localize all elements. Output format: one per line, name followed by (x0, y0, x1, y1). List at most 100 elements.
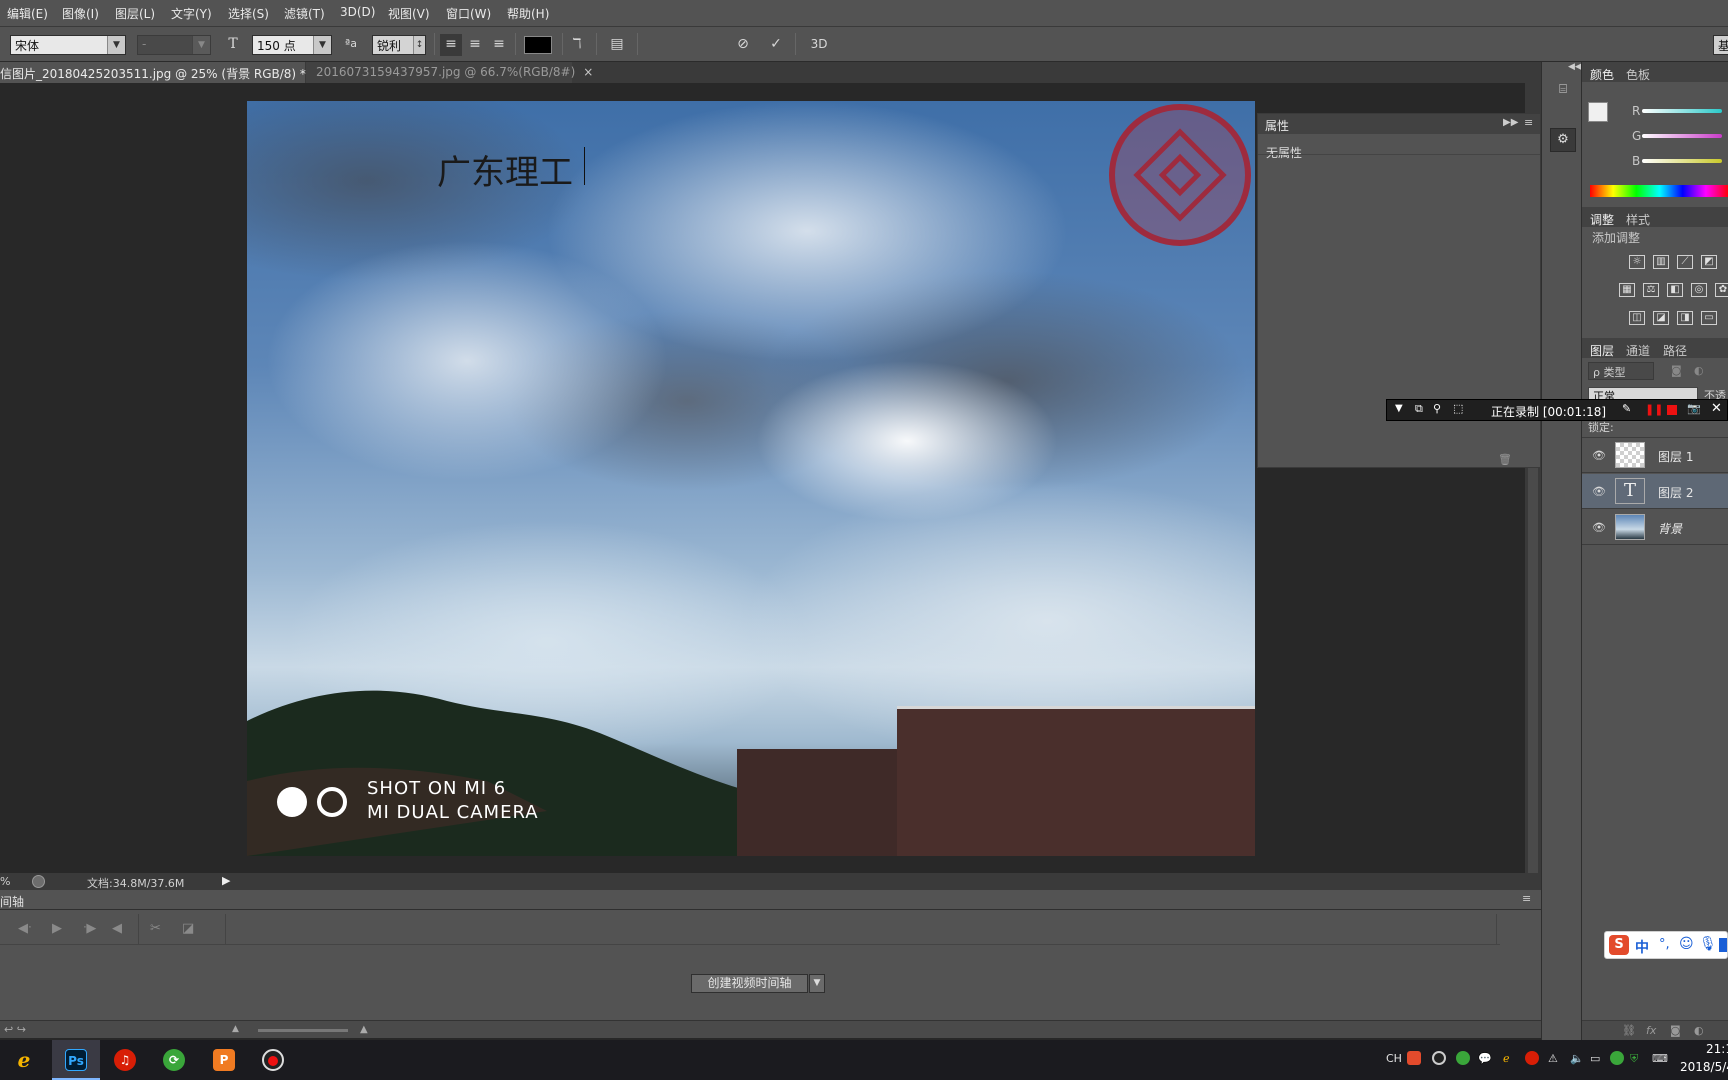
menu-help[interactable]: 帮助(H) (507, 5, 549, 22)
chevron-down-icon[interactable]: ▼ (809, 974, 825, 993)
add-mask-icon[interactable]: ◙ (1670, 1024, 1681, 1037)
close-icon[interactable]: × (583, 65, 593, 79)
channel-r-slider[interactable] (1642, 109, 1722, 113)
link-layers-icon[interactable]: ⛓ (1622, 1024, 1636, 1037)
timeline-zoom-slider[interactable] (258, 1029, 348, 1032)
menu-image[interactable]: 图像(I) (62, 5, 99, 22)
recorder-zoom-icon[interactable]: ⚲ (1433, 402, 1441, 415)
zoom-in-icon[interactable]: ▲ (360, 1024, 368, 1035)
char-panel-icon[interactable]: ▤ (606, 34, 628, 56)
fx-icon[interactable]: fx (1646, 1024, 1656, 1037)
menu-edit[interactable]: 编辑(E) (7, 5, 48, 22)
threshold-icon[interactable]: ◨ (1677, 311, 1693, 325)
trash-icon[interactable]: 🗑 (1498, 453, 1512, 466)
panel-menu-icon[interactable]: ≡ (1524, 116, 1533, 129)
status-info-icon[interactable] (32, 875, 45, 888)
warp-text-icon[interactable]: ℸ (566, 34, 588, 56)
new-fill-layer-icon[interactable]: ◐ (1694, 1024, 1704, 1037)
menu-type[interactable]: 文字(Y) (171, 5, 212, 22)
menu-filter[interactable]: 滤镜(T) (284, 5, 325, 22)
recorder-camera-icon[interactable]: 📷 (1687, 402, 1701, 415)
collapse-icon[interactable]: ▶▶ (1503, 117, 1518, 128)
visibility-eye-icon[interactable]: 👁 (1592, 485, 1606, 498)
recorder-menu-icon[interactable]: ▼ (1395, 403, 1403, 414)
filter-adjustment-icon[interactable]: ◙ (1671, 364, 1682, 377)
transition-icon[interactable]: ◪ (182, 921, 194, 936)
taskbar-app-presentation[interactable]: P (200, 1040, 248, 1080)
tab-swatches[interactable]: 色板 (1626, 66, 1650, 83)
recorder-pause-icon[interactable]: ❚❚ (1645, 403, 1663, 416)
hue-saturation-icon[interactable]: ▦ (1619, 283, 1635, 297)
security-tray-icon[interactable] (1456, 1051, 1470, 1065)
layer-name[interactable]: 图层 1 (1658, 448, 1693, 465)
tab-document-1[interactable]: 信图片_20180425203511.jpg @ 25% (背景 RGB/8) … (0, 62, 324, 83)
layer-row-1[interactable]: 👁 图层 1 (1582, 438, 1728, 473)
recorder-stop-icon[interactable] (1667, 405, 1677, 415)
color-spectrum-bar[interactable] (1590, 185, 1728, 197)
layer-name[interactable]: 图层 2 (1658, 484, 1693, 501)
commit-check-icon[interactable]: ✓ (765, 34, 787, 56)
font-style-select[interactable]: - ▼ (137, 35, 211, 55)
recorder-tray-icon[interactable] (1432, 1051, 1446, 1065)
curves-icon[interactable]: ⟋ (1677, 255, 1693, 269)
workspace-select[interactable]: 基 (1713, 35, 1728, 55)
panel-menu-icon[interactable]: ≡ (1522, 892, 1531, 905)
clock-date[interactable]: 2018/5/4 (1680, 1060, 1728, 1074)
shield-icon[interactable]: ⛨ (1630, 1052, 1638, 1066)
3d-button[interactable]: 3D (805, 34, 833, 56)
levels-icon[interactable]: ▥ (1653, 255, 1669, 269)
filter-toggle-icon[interactable]: ◐ (1694, 364, 1704, 377)
layer-row-3[interactable]: 👁 背景 (1582, 510, 1728, 545)
black-white-icon[interactable]: ◧ (1667, 283, 1683, 297)
tray-language[interactable]: CH (1386, 1052, 1402, 1065)
antialias-select[interactable]: 锐利 ↕ (372, 35, 426, 55)
taskbar-app-photoshop[interactable]: Ps (52, 1040, 100, 1080)
add-tray-icon[interactable] (1610, 1051, 1624, 1065)
recorder-region-icon[interactable]: ⬚ (1453, 402, 1463, 415)
menu-view[interactable]: 视图(V) (388, 5, 430, 22)
brightness-icon[interactable]: ☼ (1629, 255, 1645, 269)
taskbar-app-360[interactable]: ⟳ (150, 1040, 198, 1080)
tab-paths[interactable]: 路径 (1663, 342, 1687, 359)
ime-more-icon[interactable] (1719, 938, 1727, 952)
split-scissors-icon[interactable]: ✂ (150, 921, 161, 936)
foreground-color-swatch[interactable] (1588, 102, 1608, 122)
ime-mode[interactable]: 中 (1635, 937, 1649, 957)
recorder-pen-icon[interactable]: ✎ (1622, 402, 1631, 415)
keyboard-icon[interactable]: ⌨ (1652, 1052, 1668, 1065)
channel-b-slider[interactable] (1642, 159, 1722, 163)
font-size-select[interactable]: 150 点 ▼ (252, 35, 332, 55)
photo-filter-icon[interactable]: ◎ (1691, 283, 1707, 297)
next-frame-icon[interactable]: ᐧ▶ (83, 921, 96, 936)
layer-row-2[interactable]: 👁 T 图层 2 (1582, 474, 1728, 509)
volume-icon[interactable]: 🔈 (1570, 1052, 1584, 1065)
canvas-text-layer[interactable]: 广东理工 (437, 145, 573, 194)
menu-3d[interactable]: 3D(D) (340, 5, 375, 19)
zoom-level[interactable]: % (0, 875, 10, 888)
exposure-icon[interactable]: ◩ (1701, 255, 1717, 269)
status-menu-arrow-icon[interactable]: ▶ (222, 874, 230, 887)
browser-tray-icon[interactable]: ℯ (1503, 1052, 1510, 1065)
taskbar-app-recorder[interactable] (249, 1040, 297, 1080)
taskbar-app-music[interactable]: ♫ (101, 1040, 149, 1080)
tab-document-2[interactable]: 2016073159437957.jpg @ 66.7%(RGB/8#) × (306, 62, 593, 83)
tab-adjustments[interactable]: 调整 (1590, 211, 1614, 228)
text-color-swatch[interactable] (524, 36, 552, 54)
recorder-window-icon[interactable]: ⧉ (1415, 402, 1423, 416)
menu-window[interactable]: 窗口(W) (446, 5, 491, 22)
menu-select[interactable]: 选择(S) (228, 5, 269, 22)
music-tray-icon[interactable] (1525, 1051, 1539, 1065)
create-video-timeline-button[interactable]: 创建视频时间轴 (691, 974, 808, 993)
emoji-icon[interactable]: ☺ (1679, 936, 1694, 952)
visibility-eye-icon[interactable]: 👁 (1592, 449, 1606, 462)
document-canvas[interactable]: 广东理工 SHOT ON MI 6 MI DUAL CAMERA (247, 101, 1255, 856)
visibility-eye-icon[interactable]: 👁 (1592, 521, 1606, 534)
align-left-icon[interactable]: ≡ (440, 34, 462, 56)
history-icon[interactable]: ⌸ (1552, 82, 1574, 104)
align-right-icon[interactable]: ≡ (488, 34, 510, 56)
invert-icon[interactable]: ◫ (1629, 311, 1645, 325)
menu-layer[interactable]: 图层(L) (115, 5, 155, 22)
first-frame-icon[interactable]: ◀ᐧ (18, 921, 31, 936)
color-balance-icon[interactable]: ⚖ (1643, 283, 1659, 297)
tab-layers[interactable]: 图层 (1590, 342, 1614, 359)
